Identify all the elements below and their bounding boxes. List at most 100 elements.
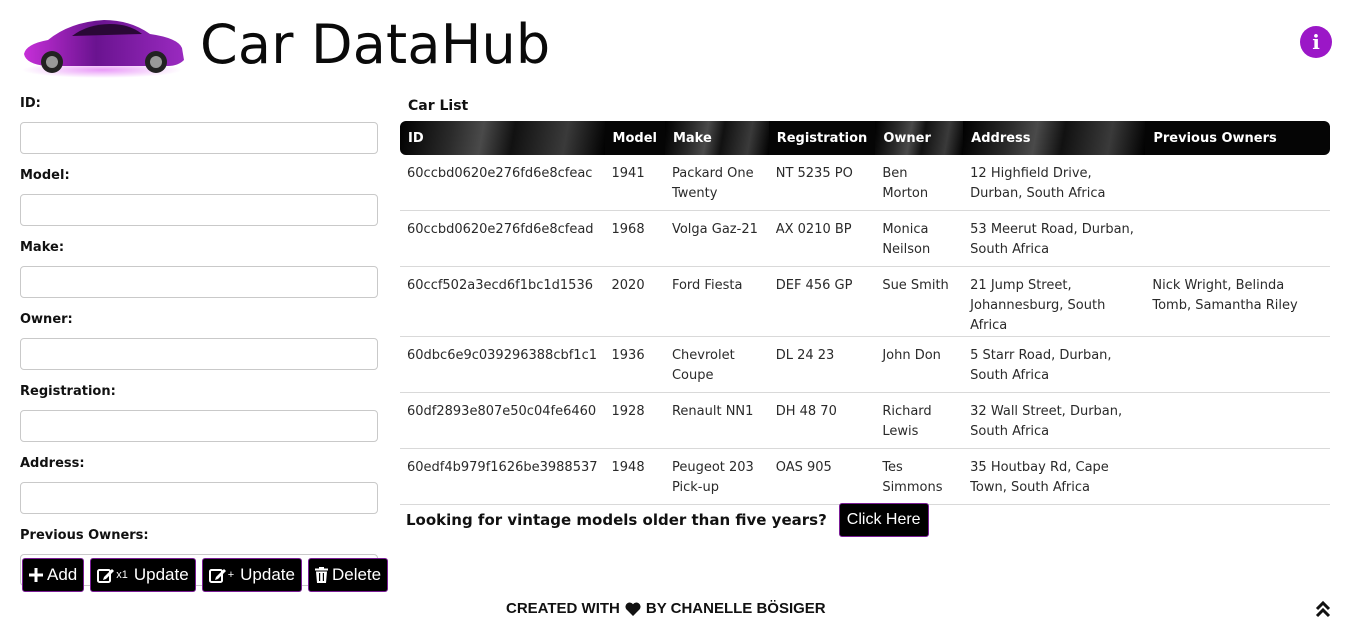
update-one-button[interactable]: x1 Update <box>90 558 196 592</box>
table-row: 60ccbd0620e276fd6e8cfeac 1941 Packard One … <box>400 155 1330 211</box>
table-cell: 1936 <box>604 336 665 393</box>
add-button[interactable]: Add <box>22 558 85 592</box>
info-icon[interactable]: i <box>1300 26 1332 58</box>
table-header-row: ID Model Make Registration Owner Address Previ… <box>400 121 1330 155</box>
column-header: Address <box>963 121 1146 155</box>
footer: CREATED WITH BY CHANELLE BÖSIGER <box>506 600 826 617</box>
car-table: ID Model Make Registration Owner Address Previ… <box>400 121 1330 505</box>
delete-button-label: Delete <box>331 565 382 584</box>
update-one-sub: x1 <box>116 569 128 581</box>
table-cell: Monica Neilson <box>875 210 964 267</box>
registration-label: Registration: <box>20 384 116 399</box>
table-cell: 60edf4b979f1626be3988537 <box>400 448 605 505</box>
table-cell: 60ccbd0620e276fd6e8cfead <box>400 210 605 267</box>
table-cell <box>1145 210 1330 267</box>
table-cell: 1941 <box>604 155 665 211</box>
table-cell: Sue Smith <box>875 266 964 337</box>
table-cell: OAS 905 <box>768 448 876 505</box>
column-header: Make <box>664 121 769 155</box>
table-cell: DEF 456 GP <box>768 266 876 337</box>
trash-icon <box>314 567 328 583</box>
update-many-button[interactable]: + Update <box>201 558 302 592</box>
update-one-label: Update <box>133 565 189 584</box>
table-cell: DL 24 23 <box>768 336 876 393</box>
table-cell: Richard Lewis <box>875 392 964 449</box>
previous-owners-label: Previous Owners: <box>20 528 149 543</box>
add-button-label: Add <box>47 565 78 584</box>
table-cell: 53 Meerut Road, Durban, South Africa <box>963 210 1146 267</box>
vintage-section: Looking for vintage models older than fi… <box>406 503 929 537</box>
double-chevron-up-icon[interactable] <box>1315 600 1331 618</box>
edit-icon <box>97 569 115 583</box>
table-cell: 21 Jump Street, Johannesburg, South Afri… <box>963 266 1146 337</box>
table-cell: Peugeot 203 Pick-up <box>664 448 769 505</box>
table-cell: 60dbc6e9c039296388cbf1c1 <box>400 336 605 393</box>
car-form: ID: Model: Make: Owner: Registration: Ad… <box>20 94 380 600</box>
table-row: 60dbc6e9c039296388cbf1c1 1936 Chevrolet Co… <box>400 336 1330 393</box>
table-body: 60ccbd0620e276fd6e8cfeac 1941 Packard One … <box>400 155 1330 505</box>
table-cell: Tes Simmons <box>875 448 964 505</box>
owner-label: Owner: <box>20 312 73 327</box>
model-label: Model: <box>20 168 70 183</box>
table-cell: 1928 <box>604 392 665 449</box>
id-label: ID: <box>20 96 41 111</box>
table-cell: NT 5235 PO <box>768 155 876 211</box>
click-here-button[interactable]: Click Here <box>838 503 929 537</box>
footer-suffix: BY CHANELLE BÖSIGER <box>645 600 826 617</box>
table-cell: Ben Morton <box>875 155 964 211</box>
car-list-title: Car List <box>408 98 469 114</box>
make-label: Make: <box>20 240 65 255</box>
table-cell: Volga Gaz-21 <box>664 210 769 267</box>
make-field[interactable] <box>20 266 378 298</box>
table-cell: DH 48 70 <box>768 392 876 449</box>
table-row: 60df2893e807e50c04fe6460 1928 Renault NN1 D… <box>400 392 1330 449</box>
table-row: 60edf4b979f1626be3988537 1948 Peugeot 203 … <box>400 448 1330 505</box>
table-cell: Ford Fiesta <box>664 266 769 337</box>
table-cell: Nick Wright, Belinda Tomb, Samantha Rile… <box>1145 266 1330 337</box>
car-table-wrapper: ID Model Make Registration Owner Address Previ… <box>400 121 1330 505</box>
column-header: Registration <box>768 121 876 155</box>
table-cell: AX 0210 BP <box>768 210 876 267</box>
model-field[interactable] <box>20 194 378 226</box>
action-buttons: Add x1 Update + Update Delete <box>22 558 389 592</box>
car-logo <box>22 20 184 78</box>
table-cell: John Don <box>875 336 964 393</box>
id-field[interactable] <box>20 122 378 154</box>
column-header: Previous Owners <box>1145 121 1330 155</box>
table-cell: Packard One Twenty <box>664 155 769 211</box>
update-many-label: Update <box>240 565 295 584</box>
table-cell: Chevrolet Coupe <box>664 336 769 393</box>
address-field[interactable] <box>20 482 378 514</box>
heart-icon <box>625 602 641 616</box>
address-label: Address: <box>20 456 85 471</box>
table-cell <box>1145 392 1330 449</box>
owner-field[interactable] <box>20 338 378 370</box>
column-header: Model <box>604 121 665 155</box>
table-cell: 60ccf502a3ecd6f1bc1d1536 <box>400 266 605 337</box>
table-row: 60ccbd0620e276fd6e8cfead 1968 Volga Gaz-21… <box>400 210 1330 267</box>
table-cell: 12 Highfield Drive, Durban, South Africa <box>963 155 1146 211</box>
table-cell <box>1145 336 1330 393</box>
table-cell: 60ccbd0620e276fd6e8cfeac <box>400 155 605 211</box>
table-cell: Renault NN1 <box>664 392 769 449</box>
vintage-text: Looking for vintage models older than fi… <box>406 511 827 529</box>
plus-icon <box>29 568 43 582</box>
update-many-sub: + <box>227 569 235 581</box>
column-header: Owner <box>875 121 964 155</box>
footer-prefix: CREATED WITH <box>506 600 620 617</box>
table-cell: 1968 <box>604 210 665 267</box>
table-cell: 5 Starr Road, Durban, South Africa <box>963 336 1146 393</box>
edit-icon <box>208 569 226 583</box>
table-row: 60ccf502a3ecd6f1bc1d1536 2020 Ford Fiesta D… <box>400 266 1330 337</box>
table-cell <box>1145 155 1330 211</box>
app-header: Car DataHub <box>18 12 550 82</box>
registration-field[interactable] <box>20 410 378 442</box>
delete-button[interactable]: Delete <box>307 558 389 592</box>
table-cell <box>1145 448 1330 505</box>
table-cell: 60df2893e807e50c04fe6460 <box>400 392 605 449</box>
table-cell: 1948 <box>604 448 665 505</box>
table-cell: 2020 <box>604 266 665 337</box>
table-cell: 35 Houtbay Rd, Cape Town, South Africa <box>963 448 1146 505</box>
table-cell: 32 Wall Street, Durban, South Africa <box>963 392 1146 449</box>
column-header: ID <box>400 121 605 155</box>
